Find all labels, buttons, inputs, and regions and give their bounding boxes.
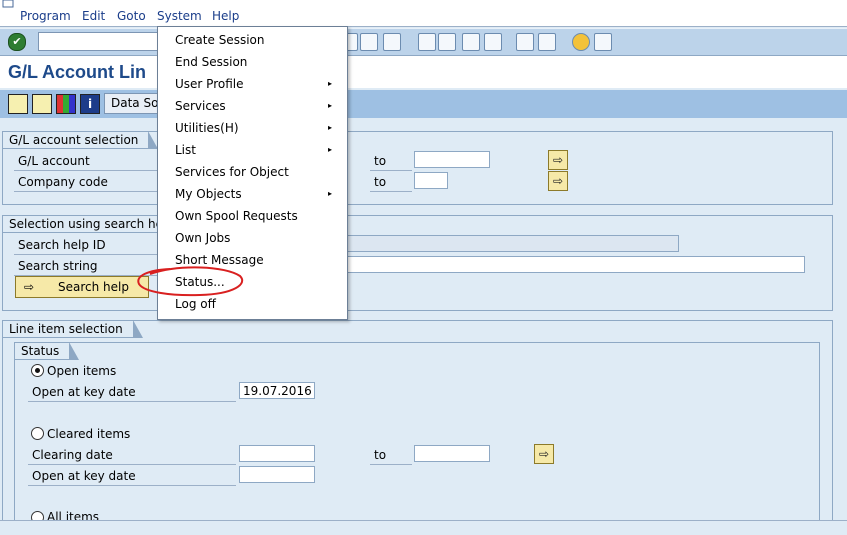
open-items-radio[interactable] (31, 364, 44, 377)
menu-item-own-jobs[interactable]: Own Jobs (175, 229, 230, 247)
company-code-to-label: to (374, 175, 387, 189)
gl-account-selection-group: G/L account selection (2, 131, 833, 205)
cleared-open-key-date-input[interactable] (239, 466, 315, 483)
variant-icon[interactable] (32, 94, 52, 114)
open-key-date-label: Open at key date (32, 385, 136, 399)
menu-item-utilities[interactable]: Utilities(H) ▸ (175, 119, 340, 137)
previous-page-icon[interactable] (438, 33, 456, 51)
help-icon[interactable] (572, 33, 590, 51)
execute-icon[interactable] (8, 94, 28, 114)
standard-toolbar: ✔ (0, 28, 847, 56)
gl-account-to-input[interactable] (414, 151, 490, 168)
company-code-label: Company code (18, 175, 108, 189)
clearing-date-label: Clearing date (32, 448, 113, 462)
search-help-id-label: Search help ID (18, 238, 106, 252)
create-session-icon[interactable] (516, 33, 534, 51)
open-key-date-input[interactable]: 19.07.2016 (239, 382, 315, 399)
company-code-to-input[interactable] (414, 172, 448, 189)
search-help-button-label: Search help (58, 280, 129, 294)
menu-item-create-session[interactable]: Create Session (175, 31, 264, 49)
next-page-icon[interactable] (462, 33, 480, 51)
shortcut-icon[interactable] (538, 33, 556, 51)
menu-goto[interactable]: Goto (117, 9, 146, 23)
company-code-multiple-selection-button[interactable]: ⇨ (548, 171, 568, 191)
submenu-arrow-icon: ▸ (327, 189, 332, 198)
highlight-circle-annotation (137, 266, 243, 297)
menu-item-end-session[interactable]: End Session (175, 53, 247, 71)
enter-check-icon[interactable]: ✔ (8, 33, 26, 51)
cleared-items-label: Cleared items (47, 427, 131, 441)
menu-item-user-profile[interactable]: User Profile ▸ (175, 75, 340, 93)
cleared-open-key-date-label: Open at key date (32, 469, 136, 483)
submenu-arrow-icon: ▸ (327, 145, 332, 154)
last-page-icon[interactable] (484, 33, 502, 51)
status-heading: Status (14, 342, 80, 360)
dynamic-selections-icon[interactable] (56, 94, 76, 114)
menu-item-my-objects[interactable]: My Objects ▸ (175, 185, 340, 203)
menu-program[interactable]: Program (20, 9, 71, 23)
menu-item-services[interactable]: Services ▸ (175, 97, 340, 115)
find-next-binoculars-icon[interactable] (383, 33, 401, 51)
menu-item-services-for-object[interactable]: Services for Object (175, 163, 289, 181)
search-string-label: Search string (18, 259, 98, 273)
submenu-arrow-icon: ▸ (327, 123, 332, 132)
open-items-label: Open items (47, 364, 117, 378)
status-bar (0, 520, 847, 535)
layout-menu-icon[interactable] (594, 33, 612, 51)
search-help-button[interactable]: ⇨ Search help (15, 276, 149, 298)
menu-help[interactable]: Help (212, 9, 239, 23)
clearing-date-multiple-selection-button[interactable]: ⇨ (534, 444, 554, 464)
search-string-input[interactable] (346, 256, 805, 273)
submenu-arrow-icon: ▸ (327, 101, 332, 110)
clearing-date-from-input[interactable] (239, 445, 315, 462)
submenu-arrow-icon: ▸ (327, 79, 332, 88)
search-help-id-input[interactable] (346, 235, 679, 252)
group-heading: G/L account selection (2, 131, 159, 149)
find-next-icon[interactable] (360, 33, 378, 51)
group-heading: Line item selection (2, 320, 143, 338)
clearing-date-to-label: to (374, 448, 387, 462)
app-icon (2, 0, 14, 8)
command-field[interactable] (38, 32, 160, 51)
info-icon[interactable]: i (80, 94, 100, 114)
page-title: G/L Account Lin (8, 62, 146, 82)
menu-bar: Program Edit Goto System Help (0, 0, 847, 27)
menu-item-list[interactable]: List ▸ (175, 141, 340, 159)
gl-account-label: G/L account (18, 154, 90, 168)
gl-account-multiple-selection-button[interactable]: ⇨ (548, 150, 568, 170)
arrow-right-icon: ⇨ (24, 280, 35, 294)
menu-system[interactable]: System (157, 9, 202, 23)
cleared-items-radio[interactable] (31, 427, 44, 440)
title-bar: G/L Account Lin (0, 56, 847, 88)
menu-item-own-spool-requests[interactable]: Own Spool Requests (175, 207, 298, 225)
gl-account-to-label: to (374, 154, 387, 168)
application-toolbar: i Data Sou (0, 90, 847, 118)
menu-edit[interactable]: Edit (82, 9, 105, 23)
first-page-icon[interactable] (418, 33, 436, 51)
status-group: Status (14, 342, 820, 522)
clearing-date-to-input[interactable] (414, 445, 490, 462)
